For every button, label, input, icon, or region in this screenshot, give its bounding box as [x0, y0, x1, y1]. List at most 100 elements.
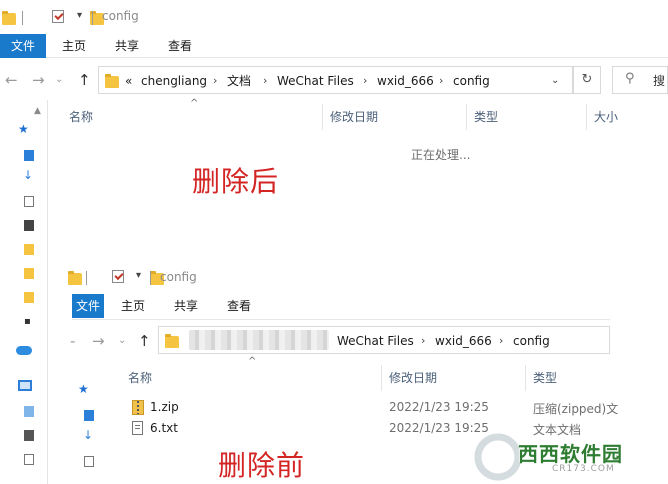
- text-file-icon: [132, 421, 143, 435]
- watermark-url: CR173.COM: [552, 464, 615, 474]
- column-type[interactable]: 类型: [474, 104, 498, 130]
- tab-share[interactable]: 共享: [174, 294, 198, 318]
- quick-access-star-icon[interactable]: ★: [18, 122, 29, 136]
- ribbon-tabs-after: 文件 主页 共享 查看: [0, 34, 668, 58]
- breadcrumb-item[interactable]: chengliang: [141, 67, 207, 95]
- file-name: 6.txt: [150, 421, 178, 435]
- up-arrow-icon[interactable]: ↑: [78, 60, 91, 100]
- sort-ascending-icon: ^: [190, 98, 199, 109]
- file-type: 压缩(zipped)文: [533, 402, 619, 416]
- address-bar[interactable]: WeChat Files › wxid_666 › config: [158, 326, 610, 354]
- after-label: 删除后: [192, 165, 280, 198]
- recent-locations-chevron-icon[interactable]: ⌄: [55, 60, 63, 100]
- column-modified[interactable]: 修改日期: [389, 365, 437, 391]
- separator: [150, 271, 151, 285]
- folder-icon: [105, 74, 119, 88]
- downloads-icon[interactable]: ↓: [23, 168, 33, 182]
- breadcrumb-item[interactable]: WeChat Files: [277, 67, 354, 95]
- processing-status: 正在处理...: [411, 148, 471, 162]
- watermark-brand: 西西软件园: [518, 442, 623, 466]
- quick-access-star-icon[interactable]: ★: [78, 382, 89, 396]
- chevron-right-icon[interactable]: ›: [421, 327, 425, 355]
- folder-icon: [2, 11, 16, 25]
- chevron-right-icon[interactable]: ›: [499, 327, 503, 355]
- back-arrow-icon[interactable]: ←: [5, 60, 18, 100]
- quick-access-dropdown-icon[interactable]: ▾: [77, 10, 82, 21]
- chevron-right-icon[interactable]: ›: [363, 67, 367, 95]
- breadcrumb-item[interactable]: wxid_666: [377, 67, 434, 95]
- properties-icon[interactable]: [111, 270, 124, 283]
- column-divider[interactable]: [586, 104, 587, 130]
- redacted-path: [189, 330, 329, 350]
- forward-arrow-icon[interactable]: →: [32, 60, 45, 100]
- refresh-icon: ↻: [581, 72, 593, 87]
- properties-icon[interactable]: [51, 10, 64, 23]
- search-icon: ⚲: [625, 71, 635, 86]
- column-divider[interactable]: [466, 104, 467, 130]
- tab-file[interactable]: 文件: [72, 294, 104, 318]
- zip-file-icon: [132, 400, 144, 415]
- title-bar-after: ▾ config: [0, 0, 668, 34]
- chevron-right-icon[interactable]: ›: [439, 67, 443, 95]
- this-pc-icon[interactable]: [18, 380, 32, 391]
- scroll-up-arrow-icon[interactable]: ▲: [34, 106, 41, 116]
- folder-icon[interactable]: [24, 244, 34, 255]
- chevron-right-icon[interactable]: ›: [263, 67, 267, 95]
- column-name[interactable]: 名称: [69, 104, 93, 130]
- tab-view[interactable]: 查看: [168, 34, 192, 58]
- documents-icon[interactable]: [24, 454, 34, 465]
- chevron-right-icon[interactable]: ›: [213, 67, 217, 95]
- tab-home[interactable]: 主页: [121, 294, 145, 318]
- tab-view[interactable]: 查看: [227, 294, 251, 318]
- address-dropdown-icon[interactable]: ⌄: [551, 67, 559, 95]
- breadcrumb-overflow[interactable]: «: [125, 67, 132, 95]
- breadcrumb-item[interactable]: config: [513, 327, 550, 355]
- tab-share[interactable]: 共享: [115, 34, 139, 58]
- breadcrumb-item[interactable]: 文档: [227, 67, 251, 95]
- breadcrumb-item[interactable]: wxid_666: [435, 327, 492, 355]
- expand-arrow-icon[interactable]: ▪: [24, 316, 31, 327]
- documents-icon[interactable]: [84, 456, 94, 467]
- watermark-logo: 西西软件园 CR173.COM: [470, 430, 668, 484]
- forward-arrow-icon[interactable]: →: [92, 321, 105, 361]
- column-divider[interactable]: [381, 365, 382, 391]
- column-divider[interactable]: [525, 365, 526, 391]
- desktop-icon[interactable]: [24, 150, 34, 161]
- desktop-icon[interactable]: [84, 410, 94, 421]
- breadcrumb-item[interactable]: WeChat Files: [337, 327, 414, 355]
- onedrive-icon[interactable]: [16, 346, 32, 355]
- column-modified[interactable]: 修改日期: [330, 104, 378, 130]
- separator: [92, 11, 93, 25]
- column-divider[interactable]: [322, 104, 323, 130]
- search-input[interactable]: ⚲ 搜: [612, 66, 668, 94]
- column-name[interactable]: 名称: [128, 365, 152, 391]
- tab-home[interactable]: 主页: [62, 34, 86, 58]
- window-title: config: [102, 9, 139, 23]
- downloads-icon[interactable]: ↓: [83, 428, 93, 442]
- quick-access-dropdown-icon[interactable]: ▾: [136, 270, 141, 281]
- navigation-bar-after: ← → ⌄ ↑ « chengliang › 文档 › WeChat Files…: [0, 60, 668, 100]
- table-row[interactable]: 1.zip 2022/1/23 19:25 压缩(zipped)文: [120, 398, 660, 418]
- folder-icon: [165, 334, 179, 348]
- column-size[interactable]: 大小: [594, 104, 618, 130]
- breadcrumb-item[interactable]: config: [453, 67, 490, 95]
- recent-locations-chevron-icon[interactable]: ⌄: [118, 321, 126, 361]
- column-type[interactable]: 类型: [533, 365, 557, 391]
- column-headers-after: ^ 名称 修改日期 类型 大小: [48, 98, 668, 130]
- pictures-icon[interactable]: [24, 220, 34, 231]
- tab-file[interactable]: 文件: [0, 34, 46, 58]
- up-arrow-icon[interactable]: ↑: [138, 321, 151, 361]
- videos-icon[interactable]: [24, 430, 34, 441]
- address-bar[interactable]: « chengliang › 文档 › WeChat Files › wxid_…: [98, 66, 573, 94]
- folder-icon: [68, 271, 82, 285]
- navigation-pane-after[interactable]: ▲ ★ ↓ ▪: [0, 100, 48, 484]
- folder-icon[interactable]: [24, 292, 34, 303]
- search-placeholder: 搜: [653, 74, 666, 88]
- file-name: 1.zip: [150, 400, 179, 414]
- separator: [22, 11, 23, 25]
- documents-icon[interactable]: [24, 196, 34, 207]
- folder-icon[interactable]: [24, 268, 34, 279]
- refresh-button[interactable]: ↻: [573, 66, 601, 94]
- back-arrow-icon[interactable]: -: [70, 321, 75, 361]
- 3d-objects-icon[interactable]: [24, 406, 34, 417]
